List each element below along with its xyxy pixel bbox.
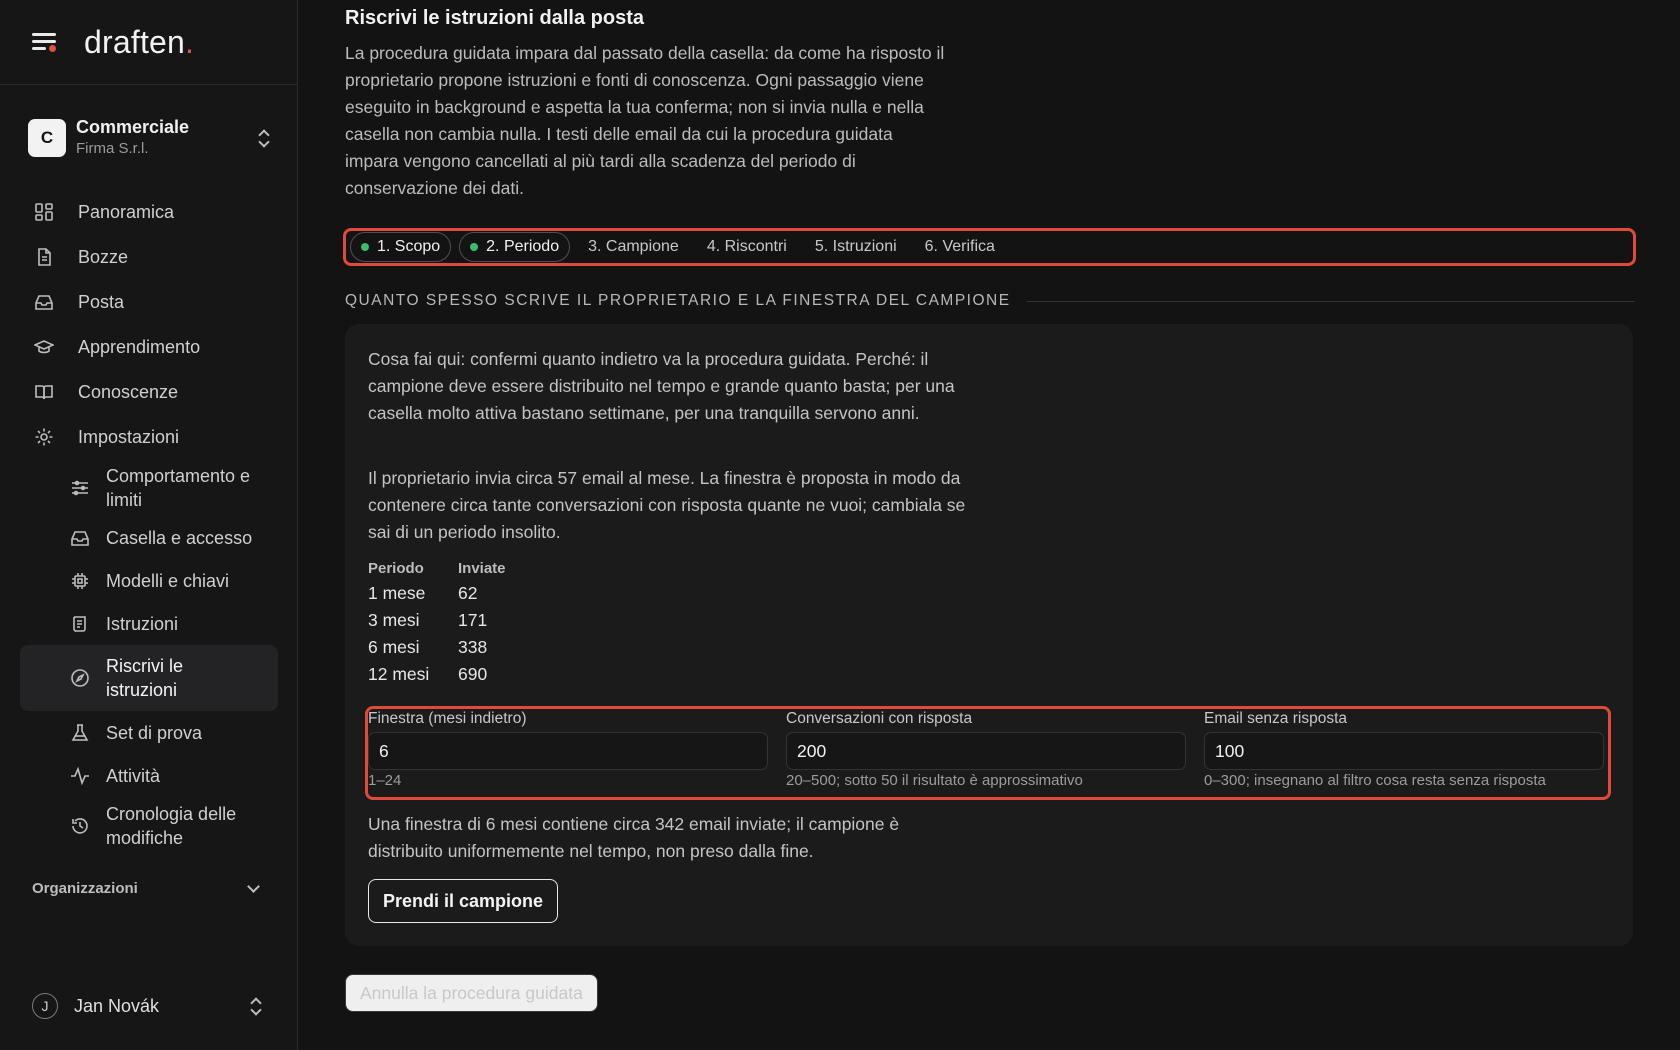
replied-field: Conversazioni con risposta 200 20–500; s… — [786, 709, 1186, 789]
sidebar-item-istruzioni[interactable]: Istruzioni — [20, 603, 278, 645]
history-icon — [68, 814, 92, 838]
wizard-steps: 1. Scopo 2. Periodo 3. Campione 4. Risco… — [343, 228, 1636, 266]
gear-icon — [32, 425, 56, 449]
step-istruzioni[interactable]: 5. Istruzioni — [805, 232, 907, 262]
window-months-input[interactable]: 6 — [368, 732, 768, 770]
org-company: Firma S.r.l. — [76, 140, 149, 157]
sidebar-item-impostazioni[interactable]: Impostazioni — [20, 415, 278, 459]
sidebar-item-riscrivi[interactable]: Riscrivi le istruzioni — [20, 645, 278, 711]
organizations-toggle[interactable]: Organizzazioni — [32, 880, 264, 897]
flask-icon — [68, 721, 92, 745]
step-riscontri[interactable]: 4. Riscontri — [697, 232, 797, 262]
status-dot-icon — [361, 243, 369, 251]
sidebar-item-casella[interactable]: Casella e accesso — [20, 517, 278, 559]
org-switcher[interactable]: C Commerciale Firma S.r.l. — [28, 114, 272, 162]
chevron-up-down-icon — [248, 996, 264, 1016]
chip-icon — [68, 569, 92, 593]
user-menu[interactable]: J Jan Novák — [32, 993, 264, 1019]
unreplied-field: Email senza risposta 100 0–300; insegnan… — [1204, 709, 1604, 789]
sidebar-item-posta[interactable]: Posta — [20, 280, 278, 324]
frequency-text: Il proprietario invia circa 57 email al … — [368, 468, 966, 542]
step-verifica[interactable]: 6. Verifica — [915, 232, 1005, 262]
chevron-down-icon — [247, 880, 260, 893]
table-row: 3 mesi 171 — [368, 610, 488, 630]
sample-fields: Finestra (mesi indietro) 6 1–24 Conversa… — [365, 706, 1611, 800]
sidebar-item-panoramica[interactable]: Panoramica — [20, 190, 278, 234]
sidebar-item-modelli[interactable]: Modelli e chiavi — [20, 560, 278, 602]
step-campione[interactable]: 3. Campione — [578, 232, 689, 262]
replied-conversations-input[interactable]: 200 — [786, 732, 1186, 770]
step-scopo[interactable]: 1. Scopo — [350, 232, 452, 262]
activity-icon — [68, 764, 92, 788]
section-title: QUANTO SPESSO SCRIVE IL PROPRIETARIO E L… — [345, 292, 1011, 309]
cancel-wizard-button[interactable]: Annulla la procedura guidata — [345, 974, 598, 1012]
org-name: Commerciale — [76, 117, 190, 137]
window-field: Finestra (mesi indietro) 6 1–24 — [368, 709, 768, 789]
page-title: Riscrivi le istruzioni dalla posta — [345, 7, 644, 29]
avatar: J — [32, 993, 58, 1019]
sidebar: draften. C Commerciale Firma S.r.l. Pano… — [0, 0, 298, 1050]
sidebar-item-set-prova[interactable]: Set di prova — [20, 712, 278, 754]
graduation-cap-icon — [32, 335, 56, 359]
sidebar-item-cronologia[interactable]: Cronologia delle modifiche — [20, 798, 278, 854]
document-icon — [32, 245, 56, 269]
page-intro: La procedura guidata impara dal passato … — [345, 43, 945, 198]
period-card: Cosa fai qui: confermi quanto indietro v… — [345, 324, 1633, 946]
book-icon — [32, 380, 56, 404]
status-dot-icon — [470, 243, 479, 251]
sidebar-item-attivita[interactable]: Attività — [20, 755, 278, 797]
table-header: Periodo Inviate — [368, 560, 506, 577]
scroll-icon — [68, 612, 92, 636]
inbox-icon — [68, 526, 92, 550]
table-row: 6 mesi 338 — [368, 637, 488, 657]
unreplied-emails-input[interactable]: 100 — [1204, 732, 1604, 770]
step-periodo[interactable]: 2. Periodo — [459, 232, 571, 262]
sidebar-item-comportamento[interactable]: Comportamento e limiti — [20, 460, 278, 516]
chevron-up-down-icon — [256, 128, 272, 148]
inbox-icon — [32, 290, 56, 314]
divider — [1026, 300, 1635, 302]
sidebar-item-apprendimento[interactable]: Apprendimento — [20, 325, 278, 369]
menu-icon[interactable] — [32, 30, 60, 54]
brand-row: draften. — [0, 0, 297, 85]
table-row: 1 mese 62 — [368, 583, 478, 603]
compass-icon — [68, 666, 92, 690]
user-name: Jan Novák — [74, 995, 160, 1016]
org-avatar: C — [28, 119, 66, 157]
table-row: 12 mesi 690 — [368, 664, 488, 684]
sent-table: Periodo Inviate 1 mese 62 3 mesi 171 6 mes… — [368, 560, 538, 688]
explanation-text: Cosa fai qui: confermi quanto indietro v… — [368, 349, 955, 423]
sidebar-item-bozze[interactable]: Bozze — [20, 235, 278, 279]
section-header: QUANTO SPESSO SCRIVE IL PROPRIETARIO E L… — [345, 292, 1635, 310]
sidebar-item-conoscenze[interactable]: Conoscenze — [20, 370, 278, 414]
take-sample-button[interactable]: Prendi il campione — [368, 879, 559, 923]
logo: draften. — [84, 23, 195, 60]
summary-text: Una finestra di 6 mesi contiene circa 34… — [368, 814, 900, 861]
dashboard-icon — [32, 200, 56, 224]
sliders-icon — [68, 476, 92, 500]
